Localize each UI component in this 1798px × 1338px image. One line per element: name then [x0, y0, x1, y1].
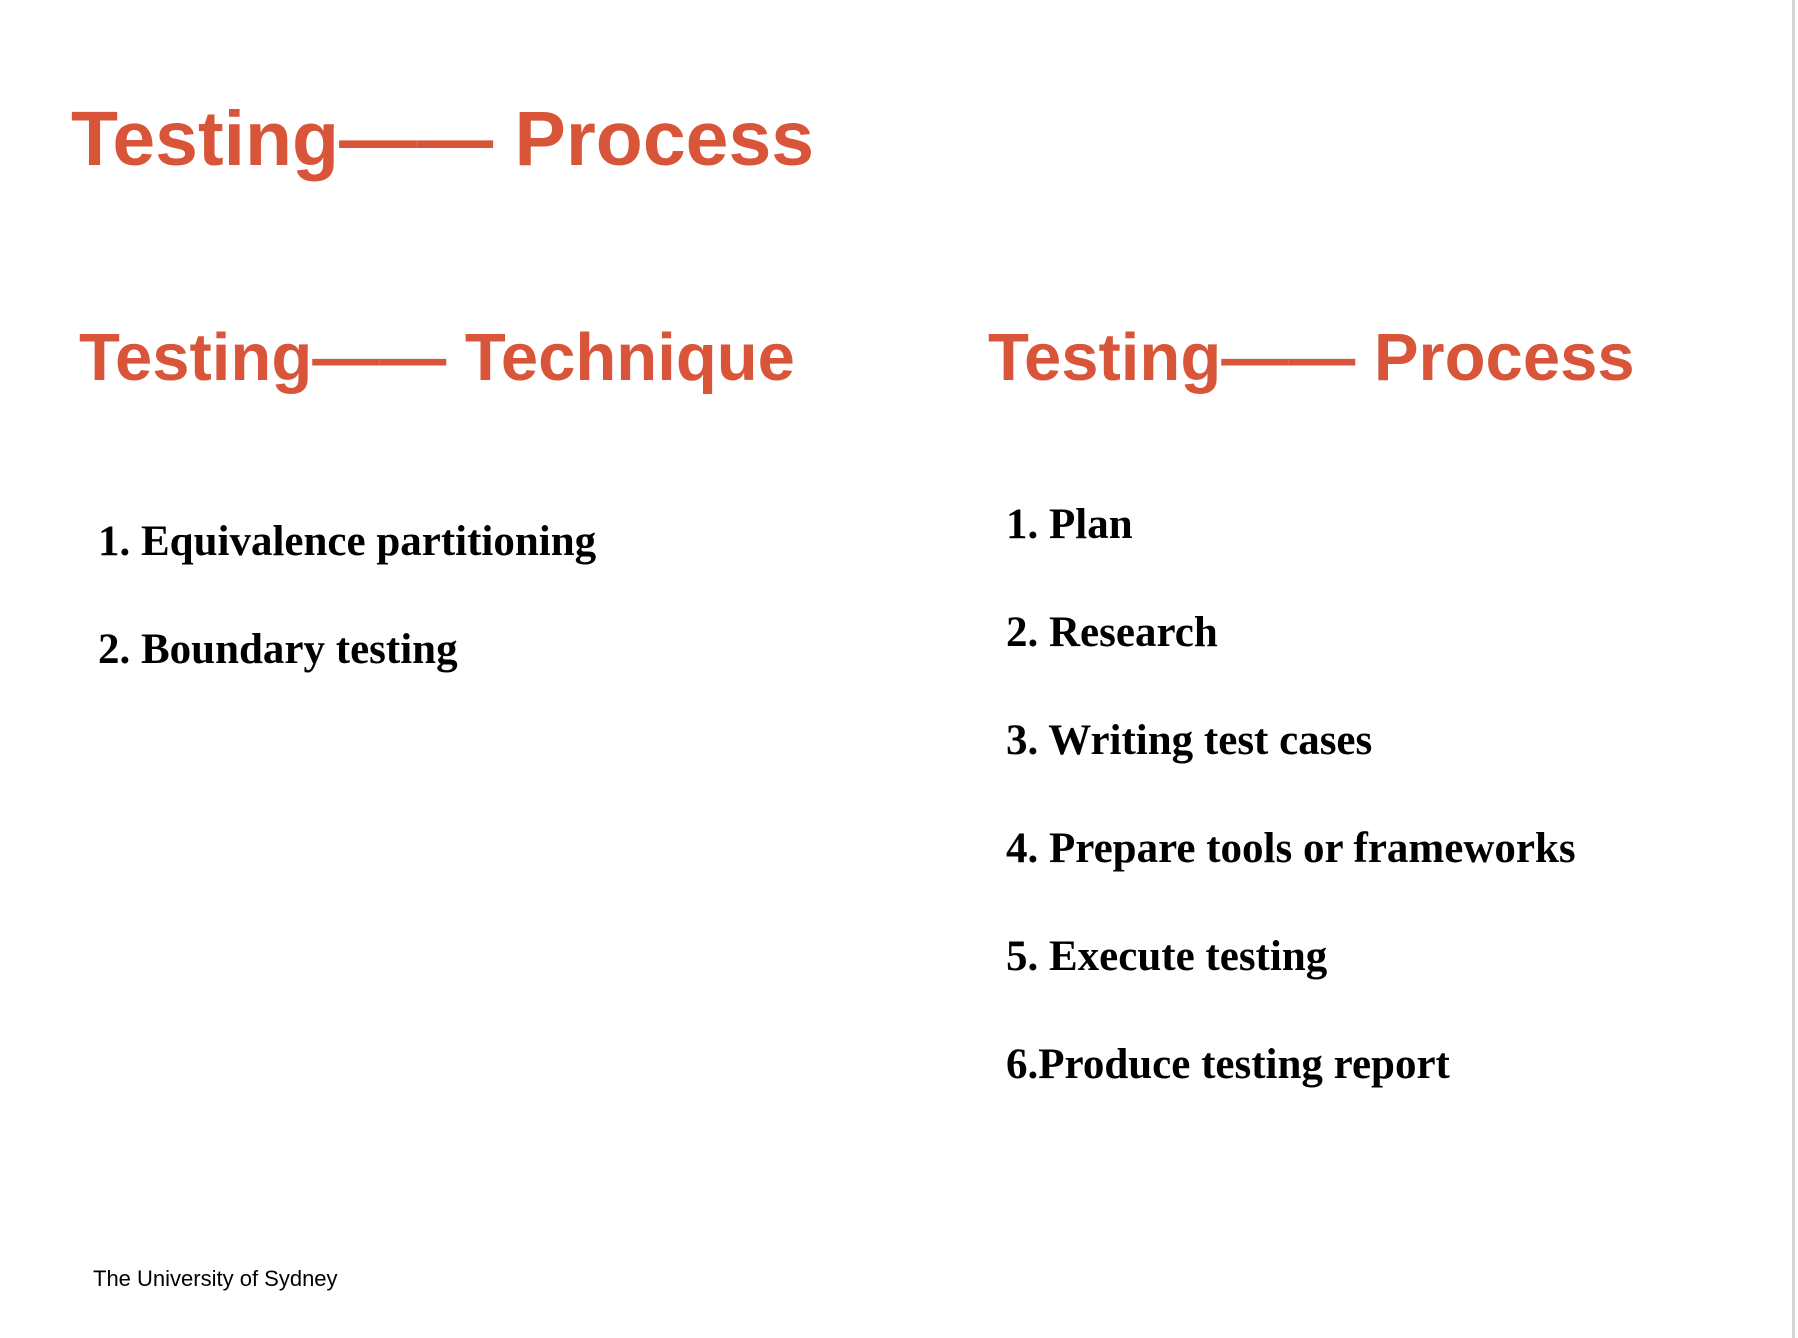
page-edge-divider — [1792, 0, 1795, 1338]
list-item: 1. Equivalence partitioning — [98, 518, 597, 565]
list-item: 2. Boundary testing — [98, 626, 458, 673]
slide: Testing—— Process Testing—— Technique 1.… — [0, 0, 1792, 1338]
footer-institution: The University of Sydney — [93, 1266, 338, 1291]
list-item: 6.Produce testing report — [1006, 1041, 1450, 1088]
list-item: 1. Plan — [1006, 501, 1133, 548]
list-item: 4. Prepare tools or frameworks — [1006, 825, 1576, 872]
technique-heading: Testing—— Technique — [79, 320, 795, 395]
list-item: 3. Writing test cases — [1006, 717, 1373, 764]
slide-title: Testing—— Process — [71, 96, 815, 182]
list-item: 2. Research — [1006, 609, 1218, 656]
technique-list: 1. Equivalence partitioning 2. Boundary … — [98, 514, 596, 730]
list-item: 5. Execute testing — [1006, 933, 1328, 980]
process-list: 1. Plan 2. Research 3. Writing test case… — [1006, 497, 1576, 1145]
process-heading: Testing—— Process — [988, 320, 1635, 395]
